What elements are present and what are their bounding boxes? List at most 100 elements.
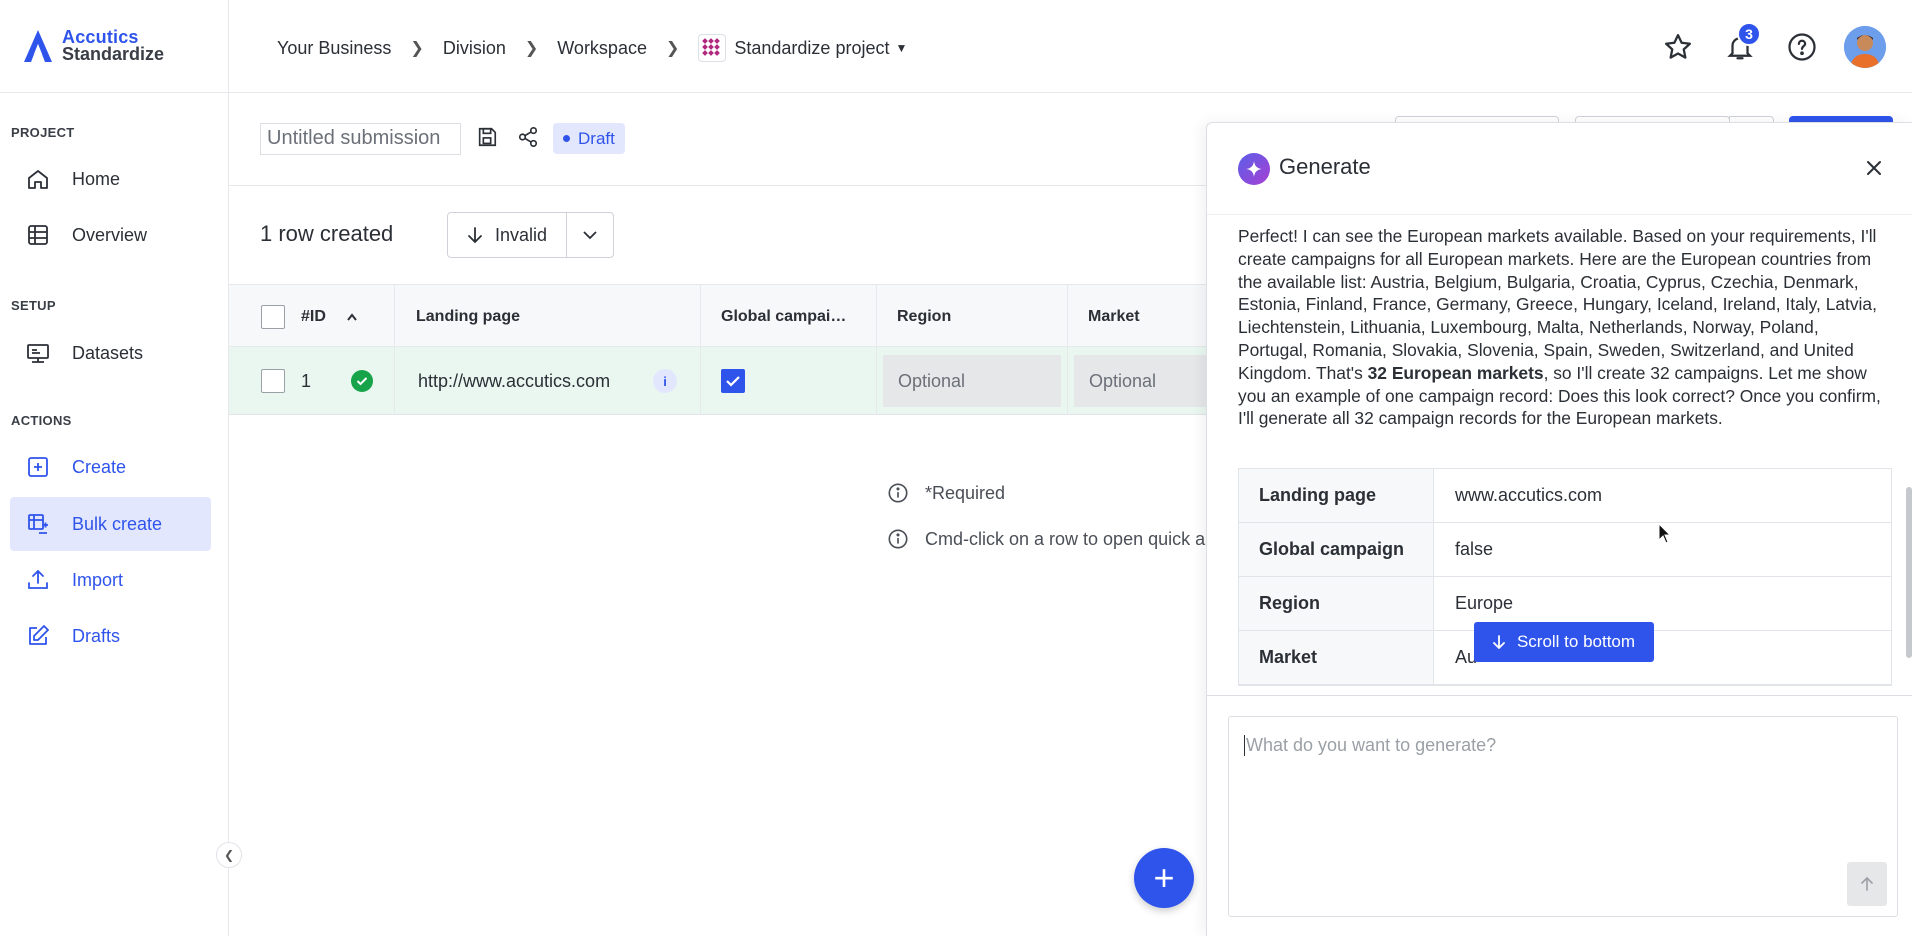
column-header-landing-page[interactable]: Landing page: [416, 285, 520, 348]
sidebar-item-label: Bulk create: [72, 513, 163, 534]
generate-panel-header: Generate: [1207, 123, 1912, 215]
sidebar: PROJECT Home Overview SETUP Datasets ACT…: [0, 93, 229, 936]
status-badge-label: Draft: [578, 128, 615, 148]
cmd-click-hint: Cmd-click on a row to open quick a: [887, 528, 1205, 550]
record-key: Market: [1239, 631, 1434, 684]
sidebar-item-bulk-create[interactable]: Bulk create: [10, 497, 211, 551]
brand-product: Standardize: [62, 44, 165, 64]
column-header-global-campaign[interactable]: Global campai…: [721, 285, 846, 348]
submission-title-input[interactable]: Untitled submission: [260, 123, 461, 155]
region-cell[interactable]: Optional: [883, 347, 1061, 415]
table-row[interactable]: 1 http://www.accutics.com i Optional Opt…: [229, 347, 1252, 415]
sidebar-item-drafts[interactable]: Drafts: [10, 609, 211, 663]
close-icon[interactable]: [1859, 153, 1889, 183]
sidebar-item-create[interactable]: Create: [10, 440, 211, 494]
sidebar-item-label: Drafts: [72, 625, 121, 646]
sidebar-item-label: Datasets: [72, 342, 144, 363]
generate-panel: Generate Perfect! I can see the European…: [1206, 122, 1912, 936]
mouse-cursor-icon: [1658, 523, 1672, 544]
column-divider: [1067, 285, 1068, 348]
generate-prompt-box[interactable]: What do you want to generate?: [1228, 716, 1898, 917]
record-row: Landing page www.accutics.com: [1239, 469, 1891, 523]
row-checkbox[interactable]: [261, 347, 285, 415]
scrollbar[interactable]: [1906, 487, 1912, 658]
generate-panel-title: Generate: [1279, 154, 1371, 179]
scroll-to-bottom-label: Scroll to bottom: [1516, 632, 1636, 651]
sidebar-item-label: Create: [72, 456, 127, 477]
data-table: #ID Landing page Global campai… Region M…: [229, 284, 1252, 415]
status-dot: [563, 135, 570, 142]
accutics-logo-icon: [24, 30, 52, 62]
column-divider: [394, 347, 395, 415]
column-header-region[interactable]: Region: [897, 285, 951, 348]
arrow-down-icon: [468, 227, 482, 244]
column-divider: [1067, 347, 1068, 415]
sidebar-item-import[interactable]: Import: [10, 553, 211, 607]
column-divider: [700, 347, 701, 415]
add-row-button[interactable]: +: [1134, 848, 1194, 908]
assistant-message: Perfect! I can see the European markets …: [1238, 226, 1881, 429]
column-divider: [394, 285, 395, 348]
column-header-id[interactable]: #ID: [301, 285, 358, 348]
save-icon[interactable]: [476, 126, 498, 153]
sidebar-item-label: Import: [72, 569, 124, 590]
required-hint: *Required: [887, 482, 1005, 504]
plus-square-icon: [26, 455, 50, 479]
notification-badge: 3: [1737, 22, 1761, 46]
project-icon: [698, 34, 727, 62]
bulk-create-icon: [26, 512, 50, 536]
chevron-down-icon: [583, 231, 597, 240]
scroll-to-bottom-button[interactable]: Scroll to bottom: [1474, 622, 1654, 662]
chevron-right-icon: ❯: [665, 40, 680, 57]
breadcrumb-workspace[interactable]: Workspace: [557, 38, 647, 59]
breadcrumb-business[interactable]: Your Business: [277, 38, 391, 59]
invalid-filter-button[interactable]: Invalid: [447, 212, 567, 258]
record-key: Landing page: [1239, 469, 1434, 522]
info-circle-icon: [888, 529, 908, 549]
invalid-filter-label: Invalid: [494, 224, 548, 245]
select-all-checkbox[interactable]: [261, 285, 285, 348]
record-value: www.accutics.com: [1434, 469, 1891, 522]
section-actions: ACTIONS: [11, 413, 72, 428]
chevron-right-icon: ❯: [410, 40, 424, 57]
help-icon[interactable]: [1782, 27, 1822, 67]
sidebar-item-overview[interactable]: Overview: [10, 208, 211, 262]
bell-icon[interactable]: 3: [1720, 22, 1761, 67]
avatar[interactable]: [1844, 26, 1886, 68]
row-id: 1: [301, 370, 312, 391]
sidebar-item-datasets[interactable]: Datasets: [10, 326, 211, 380]
sidebar-item-home[interactable]: Home: [10, 152, 211, 206]
global-campaign-checkbox[interactable]: [721, 347, 745, 415]
edit-icon: [26, 624, 50, 648]
section-project: PROJECT: [11, 125, 75, 140]
dataset-icon: [26, 341, 50, 365]
project-selector[interactable]: Standardize project: [734, 38, 889, 59]
chevron-down-icon[interactable]: ▼: [895, 41, 907, 55]
info-icon[interactable]: i: [653, 347, 677, 415]
record-row: Global campaign false: [1239, 523, 1891, 577]
generate-prompt-input[interactable]: What do you want to generate?: [1244, 735, 1844, 756]
send-button[interactable]: [1847, 862, 1887, 906]
info-circle-icon: [888, 483, 908, 503]
status-badge: Draft: [553, 123, 625, 154]
status-ok-icon: [351, 347, 373, 415]
table-header: #ID Landing page Global campai… Region M…: [229, 284, 1229, 348]
rows-created-count: 1 row created: [260, 221, 394, 246]
logo[interactable]: Accutics Standardize: [22, 28, 164, 64]
column-header-market[interactable]: Market: [1088, 285, 1140, 348]
chevron-right-icon: ❯: [524, 40, 539, 57]
star-icon[interactable]: [1658, 27, 1698, 67]
arrow-up-icon: [1861, 877, 1873, 891]
share-icon[interactable]: [517, 126, 539, 153]
record-key: Global campaign: [1239, 523, 1434, 576]
app-root: Accutics Standardize Your Business ❯ Div…: [0, 0, 1912, 936]
sort-ascending-icon: [347, 312, 357, 321]
landing-page-cell[interactable]: http://www.accutics.com: [418, 347, 610, 415]
invalid-filter-dropdown[interactable]: [566, 212, 614, 258]
top-bar: Accutics Standardize Your Business ❯ Div…: [0, 0, 1912, 93]
sidebar-item-label: Home: [72, 168, 121, 189]
column-divider: [876, 285, 877, 348]
breadcrumb-division[interactable]: Division: [443, 38, 506, 59]
record-key: Region: [1239, 577, 1434, 630]
topbar-divider: [228, 0, 229, 93]
